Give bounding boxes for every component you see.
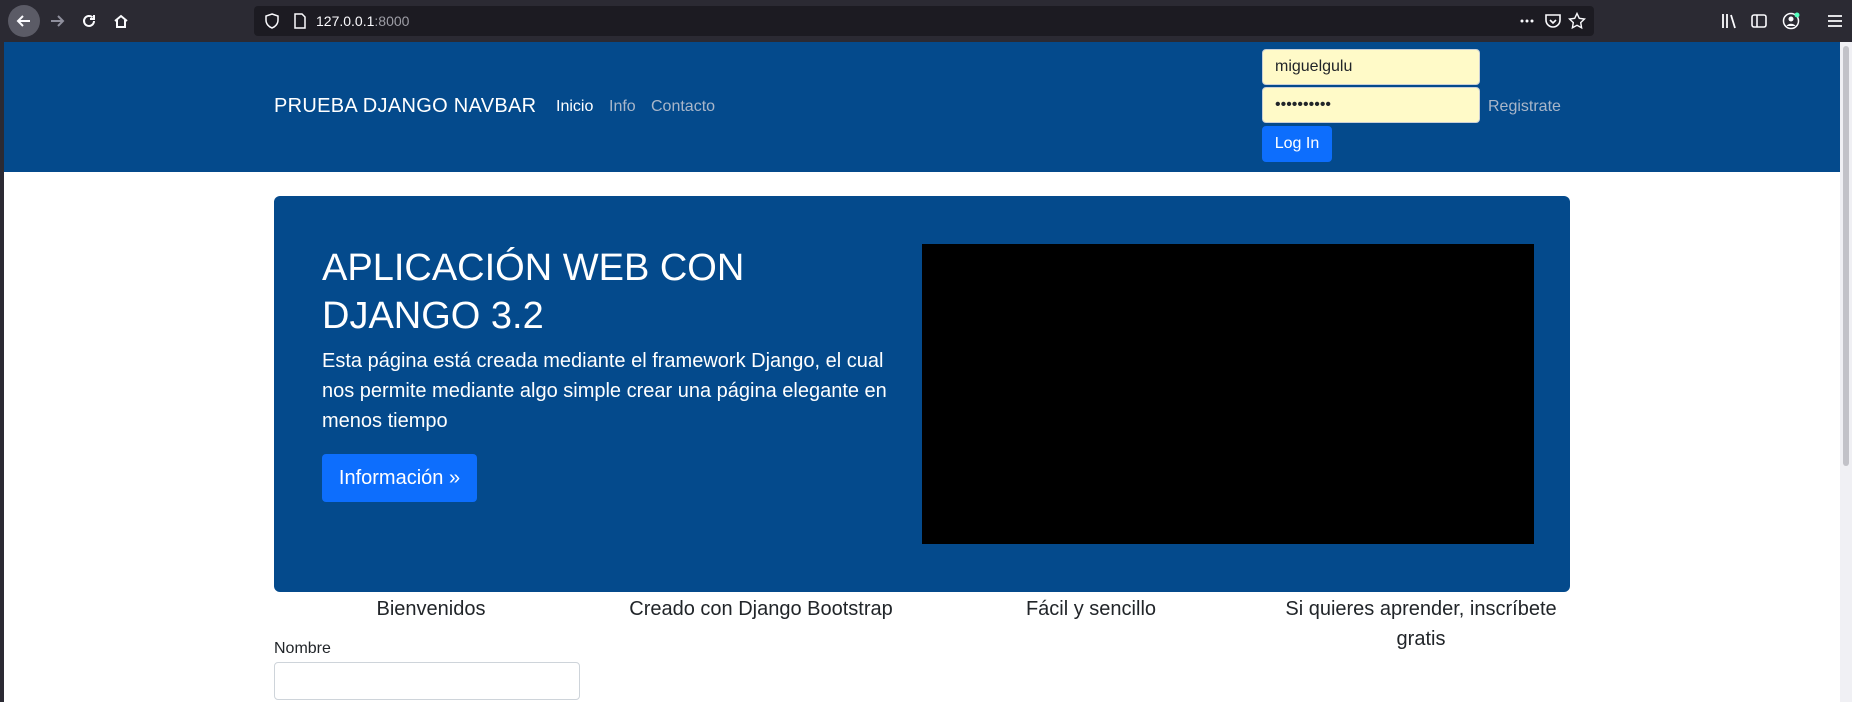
nav-link-inicio[interactable]: Inicio (556, 98, 593, 116)
forward-button[interactable] (42, 6, 72, 36)
more-actions-icon[interactable] (1518, 12, 1536, 30)
back-button[interactable] (8, 5, 40, 37)
account-icon[interactable] (1782, 12, 1800, 30)
nav-link-contacto[interactable]: Contacto (651, 98, 715, 116)
jumbotron: APLICACIÓN WEB CON DJANGO 3.2 Esta págin… (274, 196, 1570, 592)
login-button[interactable]: Log In (1262, 126, 1332, 162)
menu-icon[interactable] (1826, 12, 1844, 30)
navbar: PRUEBA DJANGO NAVBAR Inicio Info Contact… (4, 42, 1840, 172)
bookmark-star-icon[interactable] (1568, 12, 1586, 30)
sidebar-icon[interactable] (1750, 12, 1768, 30)
home-icon (114, 14, 128, 28)
home-button[interactable] (106, 6, 136, 36)
nav-link-info[interactable]: Info (609, 98, 636, 116)
pocket-icon[interactable] (1544, 12, 1562, 30)
nombre-label: Nombre (274, 640, 331, 657)
url-text[interactable]: 127.0.0.1:8000 (316, 13, 409, 29)
page-icon (294, 13, 306, 29)
nombre-input[interactable] (274, 662, 580, 700)
shield-icon[interactable] (264, 13, 280, 29)
arrow-right-icon (51, 15, 65, 27)
reload-icon (83, 14, 95, 27)
jumbotron-title: APLICACIÓN WEB CON DJANGO 3.2 (322, 247, 745, 337)
feature-inscribete: Si quieres aprender, inscríbete gratis (1285, 598, 1557, 650)
feature-bienvenidos: Bienvenidos (376, 598, 486, 620)
page-content: PRUEBA DJANGO NAVBAR Inicio Info Contact… (4, 42, 1840, 702)
url-bar[interactable]: 127.0.0.1:8000 (254, 6, 1594, 36)
navbar-brand[interactable]: PRUEBA DJANGO NAVBAR (274, 95, 536, 118)
register-link[interactable]: Registrate (1488, 98, 1561, 116)
info-button[interactable]: Información » (322, 454, 477, 502)
feature-django-bootstrap: Creado con Django Bootstrap (629, 598, 893, 620)
video-player[interactable] (922, 244, 1534, 544)
username-input[interactable]: miguelgulu (1262, 49, 1480, 85)
jumbotron-text: Esta página está creada mediante el fram… (322, 350, 887, 432)
library-icon[interactable] (1720, 12, 1738, 30)
browser-toolbar: 127.0.0.1:8000 (0, 0, 1852, 42)
reload-button[interactable] (74, 6, 104, 36)
scrollbar-thumb[interactable] (1843, 46, 1849, 466)
password-input[interactable]: •••••••••• (1262, 87, 1480, 123)
feature-facil: Fácil y sencillo (1025, 598, 1157, 620)
arrow-left-icon (16, 15, 30, 27)
